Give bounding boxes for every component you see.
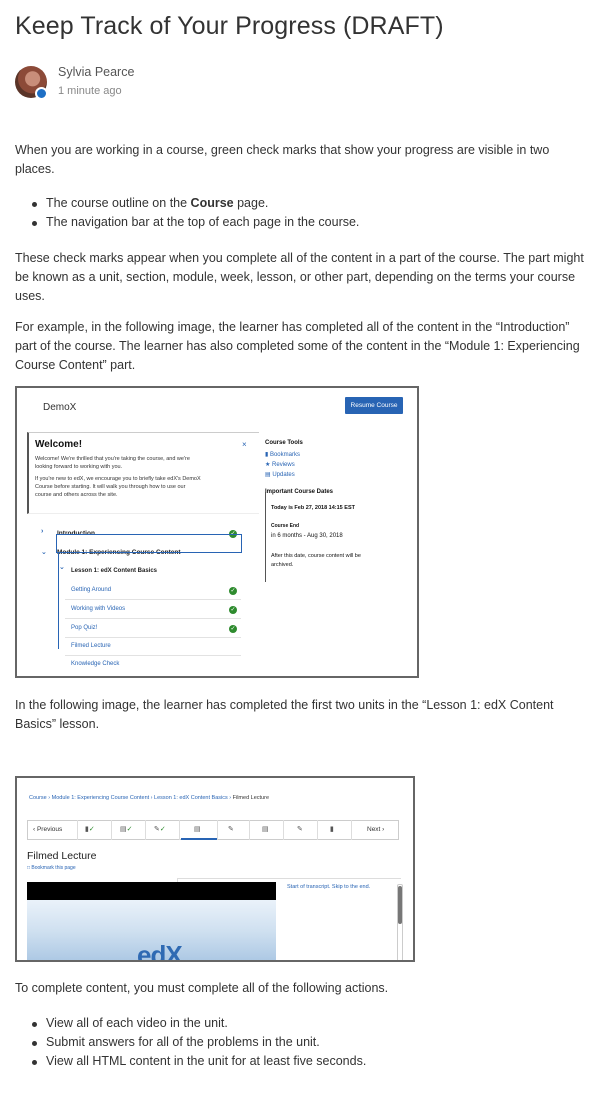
- updates-link: ▤ Updates: [265, 472, 295, 478]
- unit-filmed-lecture: Filmed Lecture: [71, 643, 111, 649]
- page-title: Keep Track of Your Progress (DRAFT): [15, 12, 444, 40]
- welcome-text: looking forward to working with you.: [35, 464, 123, 470]
- welcome-text: Welcome! We're thrilled that you're taki…: [35, 456, 190, 462]
- paragraph: For example, in the following image, the…: [15, 320, 580, 372]
- unit-tab-completed: ▮✓: [85, 826, 95, 833]
- check-icon: ✓: [229, 606, 237, 614]
- bullet-list: The course outline on the Course page. T…: [32, 194, 359, 232]
- course-outline-screenshot: DemoX Resume Course Welcome! × Welcome! …: [15, 386, 419, 678]
- important-dates-heading: Important Course Dates: [265, 489, 334, 495]
- course-end-date: in 6 months - Aug 30, 2018: [271, 533, 343, 539]
- course-logo: DemoX: [43, 402, 77, 413]
- lesson-1: Lesson 1: edX Content Basics: [71, 568, 158, 574]
- chevron-right-icon: ›: [41, 528, 44, 535]
- unit-knowledge-check: Knowledge Check: [71, 661, 120, 667]
- list-item: The navigation bar at the top of each pa…: [32, 213, 359, 232]
- paragraph: When you are working in a course, green …: [15, 143, 550, 176]
- unit-tab: ▮: [330, 826, 334, 833]
- unit-working-with-videos: Working with Videos: [71, 606, 126, 612]
- author-name[interactable]: Sylvia Pearce: [58, 65, 134, 79]
- bookmark-this-page-link: □ Bookmark this page: [27, 865, 76, 871]
- unit-navigation-bar: [27, 820, 399, 840]
- list-item: The course outline on the Course page.: [32, 194, 359, 213]
- check-icon: ✓: [229, 587, 237, 595]
- list-item: View all HTML content in the unit for at…: [32, 1052, 366, 1071]
- unit-navigation-screenshot: Course › Module 1: Experiencing Course C…: [15, 776, 415, 962]
- today-date: Today is Feb 27, 2018 14:15 EST: [271, 505, 355, 511]
- divider: [65, 599, 241, 600]
- lesson-focus-box: [56, 534, 242, 553]
- welcome-text: Course before starting. It will walk you…: [35, 484, 186, 490]
- unit-tab-current: ▤: [194, 826, 201, 833]
- course-end-note: archived.: [271, 562, 294, 568]
- unit-tab: ▤: [262, 826, 269, 833]
- close-icon: ×: [242, 440, 247, 449]
- unit-title: Filmed Lecture: [27, 850, 97, 862]
- course-end-note: After this date, course content will be: [271, 553, 361, 559]
- bullet-list: View all of each video in the unit. Subm…: [32, 1014, 366, 1071]
- course-tools-heading: Course Tools: [265, 440, 303, 446]
- welcome-title: Welcome!: [35, 439, 83, 450]
- chevron-down-icon: ⌄: [59, 564, 65, 571]
- welcome-text: If you're new to edX, we encourage you t…: [35, 476, 201, 482]
- welcome-text: course and others across the site.: [35, 492, 118, 498]
- chevron-down-icon: ⌄: [41, 549, 47, 556]
- transcript-skip-link: Start of transcript. Skip to the end.: [287, 884, 371, 890]
- unit-tab: ✎: [228, 826, 234, 833]
- list-item: View all of each video in the unit.: [32, 1014, 366, 1033]
- post-time: 1 minute ago: [58, 85, 122, 97]
- paragraph: In the following image, the learner has …: [15, 698, 554, 731]
- paragraph: These check marks appear when you comple…: [15, 251, 584, 303]
- divider: [65, 637, 241, 638]
- list-item: Submit answers for all of the problems i…: [32, 1033, 366, 1052]
- video-logo: edX: [137, 940, 183, 962]
- check-icon: ✓: [229, 625, 237, 633]
- previous-button: ‹ Previous: [33, 826, 63, 833]
- unit-pop-quiz: Pop Quiz!: [71, 625, 98, 631]
- divider: [65, 618, 241, 619]
- course-end-label: Course End: [271, 523, 300, 529]
- paragraph: To complete content, you must complete a…: [15, 981, 389, 995]
- resume-course-button: Resume Course: [345, 397, 403, 414]
- divider: [65, 655, 241, 656]
- unit-getting-around: Getting Around: [71, 587, 112, 593]
- unit-tab-completed: ▤✓: [120, 826, 133, 833]
- unit-tab-completed: ✎✓: [154, 826, 166, 833]
- scrollbar-thumb: [398, 886, 402, 924]
- dates-divider: [265, 492, 266, 582]
- bookmarks-link: ▮ Bookmarks: [265, 452, 300, 458]
- next-button: Next ›: [367, 826, 385, 833]
- reviews-link: ★ Reviews: [265, 462, 295, 468]
- active-tab-indicator: [181, 838, 217, 840]
- lesson-indent-line: [58, 553, 59, 649]
- online-status-icon: [35, 87, 48, 100]
- unit-tab: ✎: [297, 826, 303, 833]
- breadcrumb: Course › Module 1: Experiencing Course C…: [29, 795, 270, 801]
